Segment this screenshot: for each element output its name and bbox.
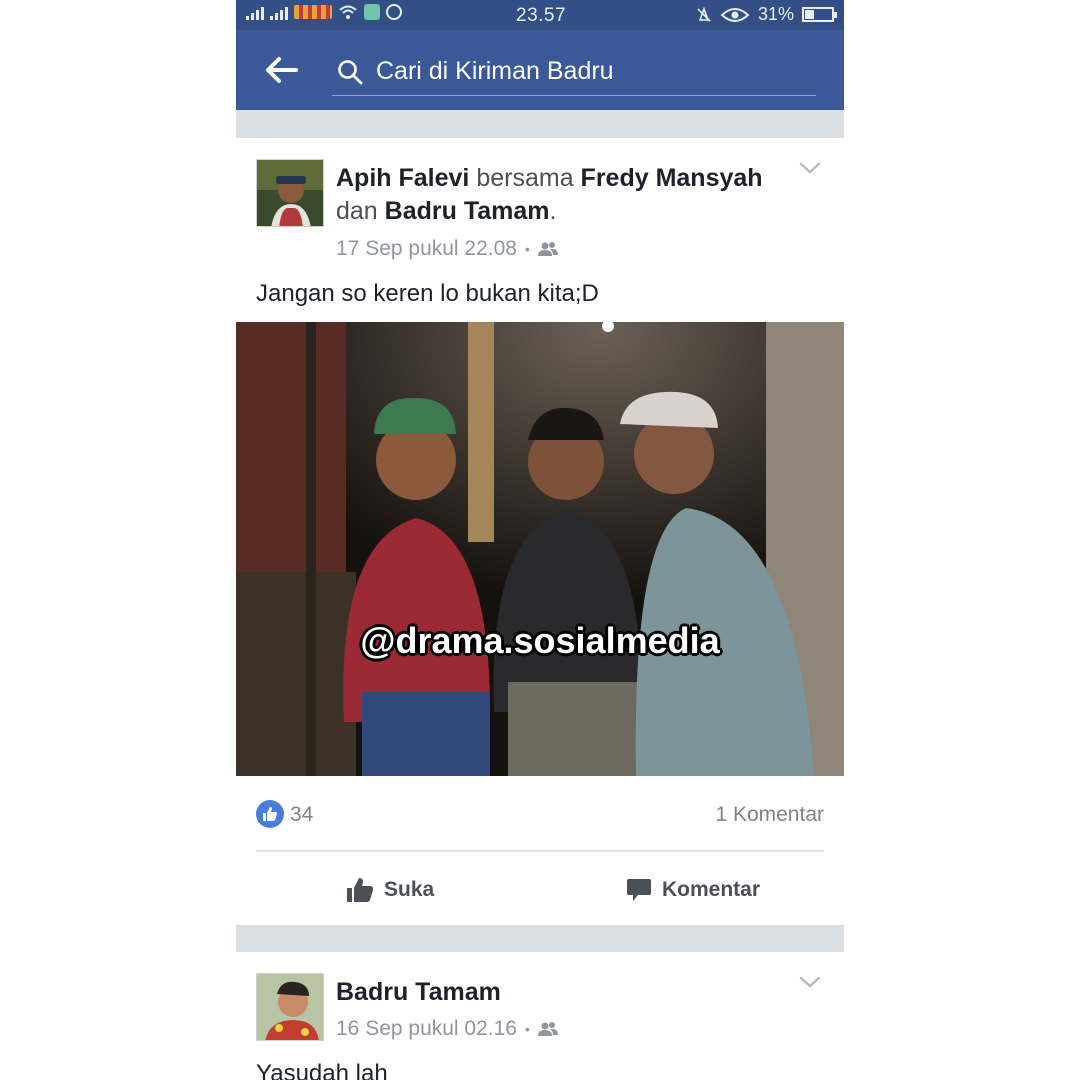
divider <box>256 850 824 852</box>
status-bar: 23.57 31% <box>236 0 844 30</box>
photo-image <box>236 322 844 776</box>
like-reaction-icon <box>256 800 284 828</box>
tagged-friend-2[interactable]: Badru Tamam <box>385 197 550 225</box>
eye-icon <box>720 7 750 22</box>
avatar[interactable] <box>256 973 324 1041</box>
comment-count[interactable]: 1 Komentar <box>715 803 824 827</box>
like-count[interactable]: 34 <box>290 803 313 827</box>
wifi-icon <box>339 5 357 19</box>
signal-icon <box>246 4 264 20</box>
post-meta: 16 Sep pukul 02.16 • <box>336 1017 558 1041</box>
feed-separator <box>236 110 844 138</box>
post-card: Badru Tamam 16 Sep pukul 02.16 • Yasudah… <box>236 952 844 1080</box>
post-photo[interactable]: @drama.sosialmedia <box>236 322 844 776</box>
author-name[interactable]: Badru Tamam <box>336 978 501 1006</box>
friends-icon <box>537 242 558 256</box>
whatsapp-icon <box>386 4 402 20</box>
post-header-text: Apih Falevi bersama Fredy Mansyah dan Ba… <box>336 162 786 228</box>
search-icon <box>332 54 368 90</box>
post-timestamp[interactable]: 16 Sep pukul 02.16 <box>336 1017 517 1041</box>
comment-icon <box>627 879 651 901</box>
comment-label: Komentar <box>662 878 761 901</box>
like-icon <box>347 878 374 902</box>
post-text: Jangan so keren lo bukan kita;D <box>256 280 599 307</box>
chevron-down-icon[interactable] <box>798 974 822 990</box>
phone-screen: 23.57 31% Cari di Kiriman Badru Apih Fal… <box>236 0 844 1080</box>
alarm-off-icon <box>697 6 711 22</box>
post-header-text: Badru Tamam <box>336 976 786 1009</box>
notification-icon <box>294 5 332 19</box>
like-button[interactable]: Suka <box>346 870 434 910</box>
like-label: Suka <box>384 878 435 901</box>
messenger-icon <box>364 4 380 20</box>
avatar[interactable] <box>256 159 324 227</box>
search-header: Cari di Kiriman Badru <box>236 30 844 110</box>
status-time: 23.57 <box>516 5 567 26</box>
post-timestamp[interactable]: 17 Sep pukul 22.08 <box>336 237 517 261</box>
feed-separator <box>236 925 844 952</box>
back-arrow-icon <box>266 57 298 83</box>
watermark-text: @drama.sosialmedia <box>360 620 720 661</box>
battery-percent: 31% <box>757 4 794 24</box>
back-button[interactable] <box>260 50 304 90</box>
comment-button[interactable]: Komentar <box>626 870 760 910</box>
battery-icon <box>802 7 837 22</box>
meta-separator: • <box>524 1021 530 1037</box>
post-meta: 17 Sep pukul 22.08 • <box>336 237 558 261</box>
with-word: bersama <box>476 164 574 192</box>
tagged-friend-1[interactable]: Fredy Mansyah <box>581 164 763 192</box>
end-punct: . <box>549 197 557 225</box>
status-bar-right: 31% <box>696 4 837 25</box>
and-word: dan <box>336 197 378 225</box>
status-bar-left <box>246 4 402 20</box>
post-text: Yasudah lah <box>256 1060 388 1080</box>
search-placeholder: Cari di Kiriman Badru <box>376 57 614 85</box>
chevron-down-icon[interactable] <box>798 160 822 176</box>
search-input[interactable]: Cari di Kiriman Badru <box>332 48 816 96</box>
friends-icon <box>537 1022 558 1036</box>
author-name[interactable]: Apih Falevi <box>336 164 469 192</box>
signal-icon <box>270 4 288 20</box>
meta-separator: • <box>524 241 530 257</box>
reactions-bar: 34 1 Komentar <box>256 798 824 832</box>
